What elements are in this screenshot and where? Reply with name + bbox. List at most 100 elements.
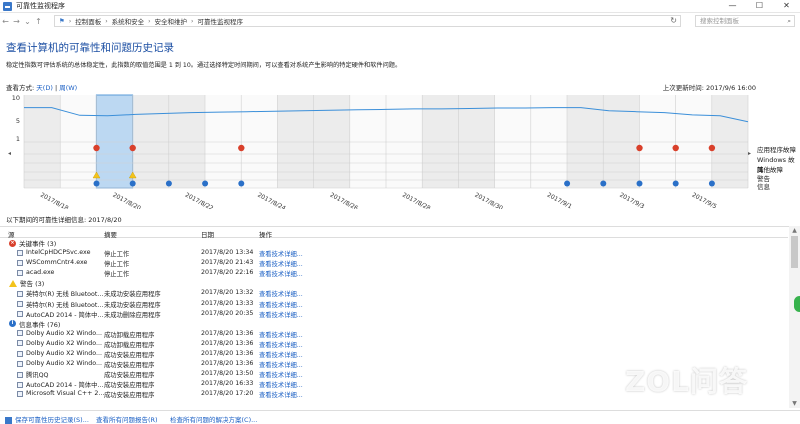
table-row[interactable]: WSCommCntr4.exe 停止工作 2017/8/20 21:43 查看技术详细… <box>0 258 788 268</box>
info-marker <box>93 180 100 187</box>
reliability-chart-svg[interactable]: 10 5 1 ◂ ▸ 2017/8/18 2017/8/20 2017/8/22 2017/8/… <box>0 93 800 209</box>
view-technical-details-link[interactable]: 查看技术详细... <box>259 380 303 389</box>
row-source: Microsoft Visual C++ 2... <box>17 390 104 397</box>
view-technical-details-link[interactable]: 查看技术详细... <box>259 390 303 399</box>
table-row[interactable]: IntelCpHDCPSvc.exe 停止工作 2017/8/20 13:34 查看技… <box>0 248 788 258</box>
group-header[interactable]: 警告 (3) <box>0 278 788 288</box>
y-tick-label: 5 <box>16 117 20 125</box>
app-failure-marker <box>129 144 136 152</box>
view-technical-details-link[interactable]: 查看技术详细... <box>259 330 303 339</box>
chart-scroll-left-icon: ◂ <box>8 150 11 157</box>
chart-column <box>241 95 278 188</box>
row-source: Dolby Audio X2 Windo... <box>17 330 102 337</box>
table-row[interactable]: Dolby Audio X2 Windo... 成功卸载应用程序 2017/8/20… <box>0 329 788 339</box>
group-label: 关键事件 (3) <box>19 240 57 249</box>
breadcrumb-security-maintenance[interactable]: 安全和维护 <box>155 16 188 26</box>
row-source: Dolby Audio X2 Windo... <box>17 340 102 347</box>
close-button[interactable]: ✕ <box>773 0 800 13</box>
x-tick-label: 2017/8/30 <box>473 192 504 209</box>
row-summary: 未成功安装应用程序 <box>104 291 161 299</box>
view-technical-details-link[interactable]: 查看技术详细... <box>259 370 303 379</box>
x-tick-label: 2017/9/1 <box>546 192 573 209</box>
file-icon <box>17 249 23 256</box>
view-technical-details-link[interactable]: 查看技术详细... <box>259 300 303 309</box>
row-date: 2017/8/20 20:35 <box>201 309 254 317</box>
view-technical-details-link[interactable]: 查看技术详细... <box>259 269 303 278</box>
view-technical-details-link[interactable]: 查看技术详细... <box>259 340 303 349</box>
chart-column <box>205 95 242 188</box>
file-icon <box>17 381 23 388</box>
chart-column <box>711 95 748 188</box>
refresh-icon[interactable]: ↻ <box>670 16 677 25</box>
file-icon <box>17 340 23 347</box>
view-technical-details-link[interactable]: 查看技术详细... <box>259 350 303 359</box>
back-arrow-icon[interactable]: ← <box>0 17 11 26</box>
row-source: 腾讯QQ <box>17 370 49 379</box>
row-source: 英特尔(R) 无线 Bluetoot... <box>17 289 103 298</box>
page-title: 查看计算机的可靠性和问题历史记录 <box>6 42 174 54</box>
table-row[interactable]: AutoCAD 2014 - 简体中... 未成功删除应用程序 2017/8/20 … <box>0 309 788 319</box>
breadcrumb[interactable]: ⚑ › 控制面板 › 系统和安全 › 安全和维护 › 可靠性监视程序 ↻ <box>54 15 681 27</box>
scroll-down-icon[interactable]: ▼ <box>789 400 800 407</box>
row-source: AutoCAD 2014 - 简体中... <box>17 380 103 389</box>
table-row[interactable]: 英特尔(R) 无线 Bluetoot... 未成功安装应用程序 2017/8/20 … <box>0 288 788 298</box>
row-date: 2017/8/20 13:32 <box>201 289 254 297</box>
view-technical-details-link[interactable]: 查看技术详细... <box>259 249 303 258</box>
view-technical-details-link[interactable]: 查看技术详细... <box>259 289 303 298</box>
table-row[interactable]: acad.exe 停止工作 2017/8/20 22:16 查看技术详细... <box>0 268 788 278</box>
file-icon <box>17 330 23 337</box>
row-summary: 成功安装应用程序 <box>104 372 155 380</box>
app-failure-marker <box>672 144 679 152</box>
row-date: 2017/8/20 17:20 <box>201 390 254 398</box>
row-summary: 未成功删除应用程序 <box>104 311 161 319</box>
view-technical-details-link[interactable]: 查看技术详细... <box>259 310 303 319</box>
group-header[interactable]: × 关键事件 (3) <box>0 238 788 248</box>
forward-arrow-icon[interactable]: → <box>11 17 22 26</box>
group-label: 信息事件 (76) <box>19 320 61 329</box>
flag-icon: ⚑ <box>59 17 65 25</box>
row-date: 2017/8/20 21:43 <box>201 259 254 267</box>
breadcrumb-system-security[interactable]: 系统和安全 <box>112 16 145 26</box>
view-day-link[interactable]: 天(D) <box>36 84 53 92</box>
row-date: 2017/8/20 13:34 <box>201 249 254 257</box>
group-header[interactable]: i 信息事件 (76) <box>0 319 788 329</box>
breadcrumb-control-panel[interactable]: 控制面板 <box>75 16 101 26</box>
selected-day-highlight <box>95 94 134 189</box>
reliability-chart[interactable]: 10 5 1 ◂ ▸ 2017/8/18 2017/8/20 2017/8/22 2017/8/… <box>0 93 800 209</box>
view-technical-details-link[interactable]: 查看技术详细... <box>259 360 303 369</box>
scroll-thumb[interactable] <box>791 236 798 268</box>
recent-chevron-icon[interactable]: ⌄ <box>22 17 33 26</box>
details-header: 以下期间的可靠性详细信息: 2017/8/20 <box>6 216 122 224</box>
chart-column <box>675 95 712 188</box>
chart-column <box>494 95 531 188</box>
info-marker <box>600 180 607 187</box>
file-icon <box>17 371 23 378</box>
side-float-button[interactable] <box>794 296 800 312</box>
group-label: 警告 (3) <box>20 280 45 289</box>
row-summary: 停止工作 <box>104 271 130 279</box>
view-technical-details-link[interactable]: 查看技术详细... <box>259 259 303 268</box>
app-failure-marker <box>636 144 643 152</box>
chart-column <box>349 95 386 188</box>
row-date: 2017/8/20 16:33 <box>201 380 254 388</box>
minimize-button[interactable]: — <box>719 0 746 13</box>
maximize-button[interactable]: ☐ <box>746 0 773 13</box>
table-row[interactable]: Dolby Audio X2 Windo... 成功卸载应用程序 2017/8/20… <box>0 339 788 349</box>
breadcrumb-reliability-monitor[interactable]: 可靠性监视程序 <box>197 16 243 26</box>
row-date: 2017/8/20 13:36 <box>201 329 254 337</box>
view-week-link[interactable]: 周(W) <box>59 84 77 92</box>
footer-bar: 保存可靠性历史记录(S)... 查看所有问题报告(R) 检查所有问题的解决方案(… <box>0 410 800 424</box>
table-row[interactable]: 英特尔(R) 无线 Bluetoot... 未成功安装应用程序 2017/8/20 … <box>0 299 788 309</box>
scroll-up-icon[interactable]: ▲ <box>789 227 800 234</box>
table-row[interactable]: Dolby Audio X2 Windo... 成功安装应用程序 2017/8/20… <box>0 349 788 359</box>
search-icon: ⌕ <box>787 17 791 25</box>
search-placeholder: 搜索控制面板 <box>700 17 739 25</box>
info-marker <box>672 180 679 187</box>
search-input[interactable]: 搜索控制面板 ⌕ <box>695 15 795 27</box>
vertical-scrollbar[interactable]: ▲ ▼ <box>789 226 800 408</box>
chart-column <box>567 95 604 188</box>
row-source: IntelCpHDCPSvc.exe <box>17 249 90 256</box>
row-summary: 成功卸载应用程序 <box>104 331 155 339</box>
y-tick-label: 10 <box>12 94 20 102</box>
up-arrow-icon[interactable]: ↑ <box>33 17 44 26</box>
